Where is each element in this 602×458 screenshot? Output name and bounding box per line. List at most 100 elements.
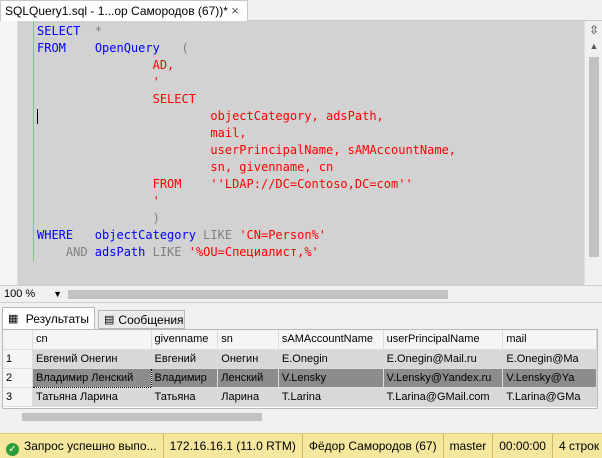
code-line[interactable]: SELECT * [37, 23, 102, 40]
code-token: LIKE [145, 245, 189, 259]
code-line[interactable]: ' [37, 193, 160, 210]
code-line[interactable]: AD, [37, 57, 175, 74]
code-token: objectCategory [73, 228, 196, 242]
tab-messages-label: Сообщения [118, 312, 184, 327]
table-cell[interactable]: Владимир [151, 368, 219, 388]
table-cell[interactable]: V.Lensky@Ya [502, 368, 597, 388]
code-area[interactable]: SELECT * FROM OpenQuery ( AD, ' SELECT ob… [18, 21, 584, 285]
row-number[interactable]: 3 [3, 387, 33, 407]
column-header[interactable]: mail [502, 330, 597, 350]
code-line[interactable]: FROM OpenQuery ( [37, 40, 189, 57]
code-token: ' [37, 194, 160, 208]
status-message: ✓ Запрос успешно выпо... [0, 433, 164, 458]
code-token: userPrincipalName, sAMAccountName, [37, 143, 457, 157]
table-row[interactable]: 3 Татьяна Ларина Татьяна Ларина T.Larina… [3, 387, 597, 407]
code-token: ( [159, 41, 189, 55]
text-caret [37, 109, 38, 124]
results-tabs: ▦ Результаты ▤ Сообщения [0, 307, 602, 329]
code-line[interactable]: ' [37, 74, 160, 91]
table-cell[interactable]: V.Lensky@Yandex.ru [383, 368, 504, 388]
code-line[interactable]: SELECT [37, 91, 196, 108]
status-rows: 4 строк [558, 438, 600, 453]
grid-horizontal-scrollbar[interactable] [2, 409, 598, 425]
document-tabstrip: SQLQuery1.sql - 1...ор Самородов (67))* … [0, 0, 602, 21]
table-cell[interactable]: Евгений Онегин [32, 349, 152, 369]
table-cell[interactable]: E.Onegin [278, 349, 384, 369]
table-cell[interactable]: T.Larina [278, 387, 384, 407]
code-token: FROM ''LDAP://DC=Contoso,DC=com'' [37, 177, 413, 191]
results-table: cn givenname sn sAMAccountName userPrinc… [3, 330, 597, 407]
table-cell[interactable]: Онегин [217, 349, 279, 369]
table-cell[interactable]: Ленский [217, 368, 279, 388]
tab-messages[interactable]: ▤ Сообщения [98, 310, 185, 329]
table-cell[interactable]: E.Onegin@Mail.ru [383, 349, 504, 369]
status-server: 172.16.16.1 (11.0 RTM) [164, 433, 303, 458]
table-row[interactable]: 1 Евгений Онегин Евгений Онегин E.Onegin… [3, 349, 597, 369]
table-cell[interactable]: E.Onegin@Ma [502, 349, 597, 369]
code-line[interactable]: mail, [37, 125, 247, 142]
table-cell[interactable]: T.Larina@GMa [502, 387, 597, 407]
code-token: adsPath [94, 245, 146, 259]
row-number[interactable]: 2 [3, 368, 33, 388]
code-token: sn, givenname, cn [37, 160, 334, 174]
split-icon[interactable]: ⇳ [587, 23, 601, 37]
close-icon[interactable]: × [227, 3, 243, 19]
row-number[interactable]: 1 [3, 349, 33, 369]
table-cell[interactable]: Владимир Ленский [31, 367, 152, 388]
code-line[interactable]: ) [37, 210, 160, 227]
editor-horizontal-scrollbar[interactable] [66, 289, 596, 300]
code-token: LIKE [195, 228, 240, 242]
tab-sqlquery1[interactable]: SQLQuery1.sql - 1...ор Самородов (67))* … [0, 0, 248, 21]
code-line[interactable]: WHERE objectCategory LIKE 'CN=Person%' [37, 227, 326, 244]
editor-vertical-scrollbar[interactable]: ⇳ ▲ [584, 21, 602, 285]
table-cell[interactable]: T.Larina@GMail.com [383, 387, 504, 407]
zoom-select[interactable]: 100 % ▼ [2, 287, 64, 302]
results-grid[interactable]: cn givenname sn sAMAccountName userPrinc… [2, 329, 598, 409]
code-token: FROM [37, 41, 66, 55]
code-token: WHERE [37, 228, 74, 242]
query-editor[interactable]: SELECT * FROM OpenQuery ( AD, ' SELECT ob… [0, 21, 602, 285]
code-token: ' [37, 75, 160, 89]
code-token: AD, [37, 58, 175, 72]
tab-results[interactable]: ▦ Результаты [2, 307, 95, 329]
table-cell[interactable]: Татьяна [151, 387, 219, 407]
code-token: '%OU=Специалист,%' [188, 245, 319, 259]
status-database: master [444, 433, 494, 458]
code-token: mail, [37, 126, 247, 140]
column-header[interactable]: givenname [151, 330, 219, 350]
editor-gutter [0, 21, 18, 285]
code-token: OpenQuery [94, 41, 160, 55]
scroll-thumb[interactable] [22, 413, 262, 421]
scroll-thumb[interactable] [589, 57, 599, 257]
column-header[interactable]: sAMAccountName [278, 330, 384, 350]
table-cell[interactable]: V.Lensky [278, 368, 384, 388]
messages-icon: ▤ [104, 313, 115, 326]
code-token: ) [37, 211, 160, 225]
table-cell[interactable]: Татьяна Ларина [32, 387, 152, 407]
code-line[interactable]: sn, givenname, cn [37, 159, 333, 176]
grid-icon: ▦ [8, 312, 19, 325]
column-header[interactable]: userPrincipalName [383, 330, 504, 350]
status-bar: ✓ Запрос успешно выпо... 172.16.16.1 (11.… [0, 433, 602, 458]
code-token: objectCategory, adsPath, [37, 109, 384, 123]
table-cell[interactable]: Ларина [217, 387, 279, 407]
tab-label: SQLQuery1.sql - 1...ор Самородов (67))* [5, 4, 228, 18]
tab-results-label: Результаты [25, 311, 89, 326]
scroll-up-icon[interactable]: ▲ [587, 39, 601, 53]
code-line[interactable]: FROM ''LDAP://DC=Contoso,DC=com'' [37, 176, 413, 193]
table-cell[interactable]: Евгений [151, 349, 219, 369]
status-user: Фёдор Самородов (67) [303, 433, 444, 458]
status-elapsed: 00:00:00 [493, 433, 553, 458]
corner-cell[interactable] [3, 330, 33, 350]
column-header[interactable]: cn [32, 330, 152, 350]
chevron-down-icon: ▼ [53, 289, 62, 299]
column-header[interactable]: sn [217, 330, 279, 350]
header-row: cn givenname sn sAMAccountName userPrinc… [3, 330, 597, 350]
code-line[interactable]: userPrincipalName, sAMAccountName, [37, 142, 456, 159]
code-line[interactable]: AND adsPath LIKE '%OU=Специалист,%' [37, 244, 319, 261]
table-row[interactable]: 2 Владимир Ленский Владимир Ленский V.Le… [3, 367, 597, 388]
code-line[interactable]: objectCategory, adsPath, [37, 108, 384, 125]
change-margin [33, 21, 34, 261]
scroll-thumb[interactable] [68, 290, 448, 299]
